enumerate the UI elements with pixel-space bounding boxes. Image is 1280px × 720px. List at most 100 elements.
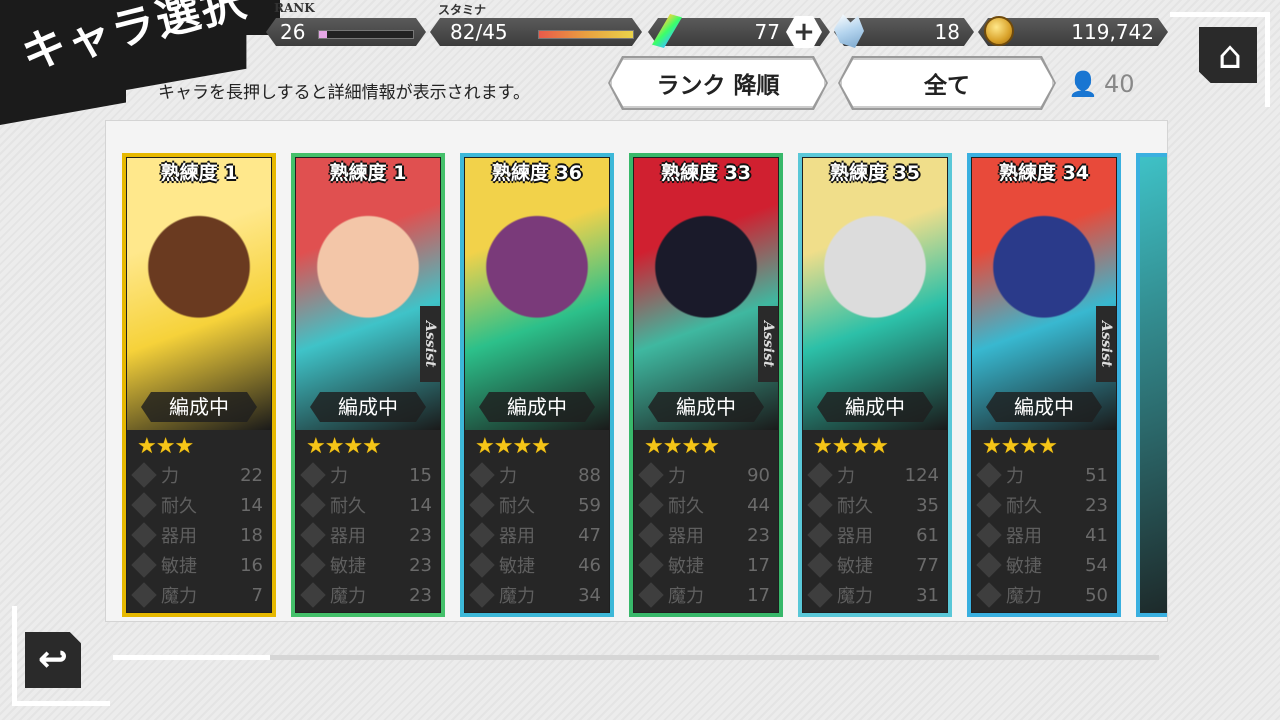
stat-icon <box>300 582 326 608</box>
stat-value: 31 <box>916 584 939 606</box>
stat-row: 敏捷 23 <box>300 550 432 580</box>
stat-value: 23 <box>409 584 432 606</box>
stat-row: 力 90 <box>638 460 770 490</box>
stat-name: 敏捷 <box>1006 556 1042 577</box>
character-card[interactable]: 熟練度 1 編成中 ★★★ 力 22 耐久 14 器用 18 敏捷 16 魔力 7 <box>122 153 276 617</box>
stat-row: 力 88 <box>469 460 601 490</box>
stat-row: 器用 18 <box>131 520 263 550</box>
assist-badge: Assist <box>758 306 778 382</box>
stat-icon <box>469 552 495 578</box>
stat-icon <box>638 462 664 488</box>
character-portrait: 熟練度 35 編成中 <box>803 158 947 430</box>
stat-value: 23 <box>747 524 770 546</box>
scrollbar[interactable] <box>113 655 1159 660</box>
stat-value: 41 <box>1085 524 1108 546</box>
stat-value: 14 <box>240 494 263 516</box>
stat-row: 敏捷 16 <box>131 550 263 580</box>
stat-row: 魔力 17 <box>638 580 770 610</box>
stat-icon <box>638 552 664 578</box>
stat-icon <box>976 582 1002 608</box>
stat-name: 敏捷 <box>837 556 873 577</box>
card-body: 熟練度 33 Assist 編成中 ★★★★ 力 90 耐久 44 器用 23 敏捷 17 魔力 17 <box>634 158 778 612</box>
stat-value: 23 <box>409 524 432 546</box>
stat-row: 魔力 31 <box>807 580 939 610</box>
stat-name: 敏捷 <box>668 556 704 577</box>
stat-name: 敏捷 <box>161 556 197 577</box>
rarity-stars: ★★★★ <box>982 434 1058 459</box>
character-card[interactable]: 熟練度 33 Assist 編成中 ★★★★ 力 90 耐久 44 器用 23 敏捷 17 魔力 17 <box>629 153 783 617</box>
stat-name: 力 <box>668 466 686 487</box>
character-portrait: 熟練度 34 Assist 編成中 <box>972 158 1116 430</box>
stat-row: 耐久 14 <box>300 490 432 520</box>
stat-name: 敏捷 <box>499 556 535 577</box>
character-card[interactable]: 熟練度 35 編成中 ★★★★ 力 124 耐久 35 器用 61 敏捷 77 魔力 31 <box>798 153 952 617</box>
stat-value: 61 <box>916 524 939 546</box>
back-button[interactable]: ↩ <box>12 606 110 706</box>
character-card-partial[interactable] <box>1136 153 1167 617</box>
stat-row: 力 124 <box>807 460 939 490</box>
assist-badge: Assist <box>420 306 440 382</box>
stat-value: 34 <box>578 584 601 606</box>
stat-icon <box>976 552 1002 578</box>
rank-exp-fill <box>319 31 327 38</box>
stat-name: 耐久 <box>1006 496 1042 517</box>
stat-icon <box>807 492 833 518</box>
stat-icon <box>300 522 326 548</box>
stat-icon <box>807 552 833 578</box>
stat-value: 18 <box>240 524 263 546</box>
character-card[interactable]: 熟練度 1 Assist 編成中 ★★★★ 力 15 耐久 14 器用 23 敏捷 23 魔力 23 <box>291 153 445 617</box>
stat-icon <box>638 582 664 608</box>
stat-name: 耐久 <box>837 496 873 517</box>
stat-row: 耐久 23 <box>976 490 1108 520</box>
stat-value: 44 <box>747 494 770 516</box>
stat-name: 魔力 <box>668 586 704 607</box>
stat-row: 器用 41 <box>976 520 1108 550</box>
stat-value: 17 <box>747 584 770 606</box>
character-card[interactable]: 熟練度 36 編成中 ★★★★ 力 88 耐久 59 器用 47 敏捷 46 魔力 34 <box>460 153 614 617</box>
stat-row: 魔力 50 <box>976 580 1108 610</box>
stat-name: 耐久 <box>161 496 197 517</box>
home-icon: ⌂ <box>1217 33 1243 77</box>
stat-icon <box>300 462 326 488</box>
proficiency-label: 熟練度 36 <box>491 162 583 184</box>
stat-name: 力 <box>161 466 179 487</box>
back-arrow-icon: ↩ <box>25 632 81 688</box>
rank-value: 26 <box>280 20 306 44</box>
in-formation-label: 編成中 <box>648 392 764 422</box>
proficiency-label: 熟練度 1 <box>160 162 238 184</box>
stat-row: 力 51 <box>976 460 1108 490</box>
stat-name: 器用 <box>668 526 704 547</box>
stat-icon <box>976 522 1002 548</box>
stat-name: 魔力 <box>837 586 873 607</box>
stat-row: 魔力 7 <box>131 580 263 610</box>
proficiency-label: 熟練度 34 <box>998 162 1090 184</box>
proficiency-label: 熟練度 33 <box>660 162 752 184</box>
stat-icon <box>131 492 157 518</box>
stat-row: 力 15 <box>300 460 432 490</box>
stat-row: 敏捷 46 <box>469 550 601 580</box>
stamina-value: 82/45 <box>450 20 508 44</box>
card-body: 熟練度 36 編成中 ★★★★ 力 88 耐久 59 器用 47 敏捷 46 魔力 34 <box>465 158 609 612</box>
home-button[interactable]: ⌂ <box>1170 12 1270 107</box>
filter-button[interactable]: 全て <box>840 58 1054 108</box>
stamina-display: 82/45 <box>430 18 642 46</box>
stat-name: 魔力 <box>1006 586 1042 607</box>
stat-icon <box>638 522 664 548</box>
character-list: 熟練度 1 編成中 ★★★ 力 22 耐久 14 器用 18 敏捷 16 魔力 7 熟練度 1 Assist… <box>105 120 1168 622</box>
stat-row: 敏捷 54 <box>976 550 1108 580</box>
in-formation-label: 編成中 <box>141 392 257 422</box>
character-portrait: 熟練度 33 Assist 編成中 <box>634 158 778 430</box>
stat-name: 魔力 <box>161 586 197 607</box>
character-portrait: 熟練度 1 編成中 <box>127 158 271 430</box>
scroll-thumb[interactable] <box>113 655 270 660</box>
stat-name: 力 <box>1006 466 1024 487</box>
stamina-bar <box>538 30 634 39</box>
stat-icon <box>469 462 495 488</box>
stat-name: 力 <box>330 466 348 487</box>
rarity-stars: ★★★★ <box>644 434 720 459</box>
rarity-stars: ★★★ <box>137 434 194 459</box>
stat-icon <box>807 522 833 548</box>
character-card[interactable]: 熟練度 34 Assist 編成中 ★★★★ 力 51 耐久 23 器用 41 敏捷 54 魔力 50 <box>967 153 1121 617</box>
sort-button[interactable]: ランク 降順 <box>610 58 826 108</box>
stat-row: 器用 23 <box>300 520 432 550</box>
